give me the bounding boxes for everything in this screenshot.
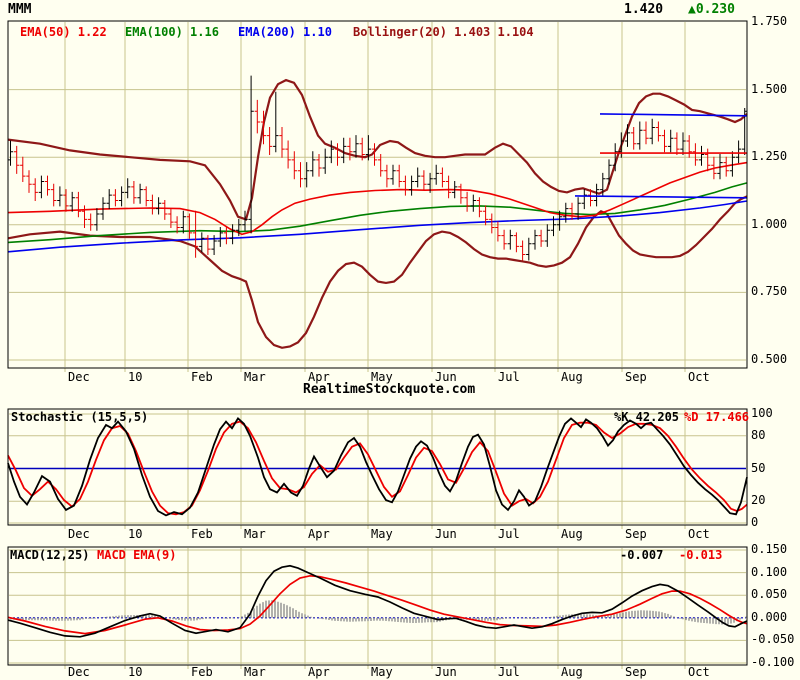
x-axis-label-sep-row3: Sep: [625, 665, 647, 679]
macd-ytick-0.100: 0.100: [751, 565, 788, 579]
price-ytick-1.500: 1.500: [751, 82, 788, 96]
trendline-2: [574, 195, 748, 199]
macd-ytick-0.050: 0.050: [751, 587, 788, 601]
x-axis-label-mar-row1: Mar: [244, 370, 266, 384]
x-axis-label-10-row1: 10: [128, 370, 143, 384]
x-axis-label-apr-row3: Apr: [308, 665, 330, 679]
symbol-title: MMM: [8, 2, 32, 17]
candles-up: [7, 75, 748, 261]
last-price: 1.420: [624, 2, 664, 17]
stochastic-k-value: %K 42.205: [614, 410, 680, 424]
x-axis-label-jun-row2: Jun: [435, 527, 457, 541]
x-axis-label-aug-row3: Aug: [561, 665, 583, 679]
x-axis-label-feb-row3: Feb: [191, 665, 213, 679]
price-ytick-1.750: 1.750: [751, 14, 788, 28]
x-axis-label-apr-row1: Apr: [308, 370, 330, 384]
macd-ytick--0.050: -0.050: [751, 632, 795, 646]
macd-ytick--0.100: -0.100: [751, 655, 795, 669]
price-ytick-0.750: 0.750: [751, 284, 788, 298]
x-axis-label-oct-row3: Oct: [688, 665, 710, 679]
ema50-line: [7, 161, 748, 236]
x-axis-label-jun-row3: Jun: [435, 665, 457, 679]
x-axis-label-feb-row2: Feb: [191, 527, 213, 541]
price-ytick-1.000: 1.000: [751, 217, 788, 231]
x-axis-label-may-row3: May: [371, 665, 393, 679]
x-axis-label-oct-row2: Oct: [688, 527, 710, 541]
x-axis-label-10-row3: 10: [128, 665, 143, 679]
stochastic-ytick-50: 50: [751, 461, 766, 475]
x-axis-label-dec-row3: Dec: [68, 665, 90, 679]
stochastic-ytick-20: 20: [751, 493, 766, 507]
x-axis-label-aug-row2: Aug: [561, 527, 583, 541]
macd-signal-value: -0.013: [679, 548, 723, 562]
price-panel-border: [7, 20, 748, 369]
macd-histogram: [10, 600, 747, 625]
x-axis-label-may-row2: May: [371, 527, 393, 541]
price-change: ▲0.230: [688, 2, 735, 17]
x-axis-label-mar-row2: Mar: [244, 527, 266, 541]
x-axis-label-jul-row1: Jul: [498, 370, 520, 384]
legend-ema200: EMA(200) 1.10: [238, 25, 332, 39]
x-axis-label-sep-row2: Sep: [625, 527, 647, 541]
macd-signal-line: [7, 574, 748, 635]
macd-title: MACD(12,25): [10, 548, 90, 562]
x-axis-label-jun-row1: Jun: [435, 370, 457, 384]
stochastic-ytick-80: 80: [751, 428, 766, 442]
x-axis-label-apr-row2: Apr: [308, 527, 330, 541]
price-ytick-0.500: 0.500: [751, 352, 788, 366]
legend-ema100: EMA(100) 1.16: [125, 25, 219, 39]
macd-ytick-0.150: 0.150: [751, 542, 788, 556]
macd-ytick-0.000: 0.000: [751, 610, 788, 624]
chart-canvas: [7, 20, 748, 669]
legend-bollinger: Bollinger(20) 1.403 1.104: [353, 25, 534, 39]
stochastic-ytick-100: 100: [751, 406, 773, 420]
x-axis-label-jul-row3: Jul: [498, 665, 520, 679]
x-axis-label-oct-row1: Oct: [688, 370, 710, 384]
x-axis-label-dec-row2: Dec: [68, 527, 90, 541]
stock-chart-page: { "header": {"symbol": "MMM", "last": "1…: [0, 0, 800, 680]
watermark: RealtimeStockquote.com: [303, 382, 476, 397]
x-axis-label-dec-row1: Dec: [68, 370, 90, 384]
stochastic-ytick-0: 0: [751, 515, 759, 529]
macd-signal-title: MACD EMA(9): [97, 548, 177, 562]
gridlines: [9, 22, 746, 669]
bollinger-lower-band: [7, 195, 748, 349]
ema100-line: [7, 182, 748, 244]
x-axis-label-mar-row3: Mar: [244, 665, 266, 679]
x-axis-label-feb-row1: Feb: [191, 370, 213, 384]
legend-ema50: EMA(50) 1.22: [20, 25, 107, 39]
x-axis-label-aug-row1: Aug: [561, 370, 583, 384]
macd-value: -0.007: [620, 548, 664, 562]
price-ytick-1.250: 1.250: [751, 149, 788, 163]
stochastic-title: Stochastic (15,5,5): [11, 410, 149, 424]
stochastic-d-value: %D 17.466: [684, 410, 750, 424]
x-axis-label-sep-row1: Sep: [625, 370, 647, 384]
x-axis-label-jul-row2: Jul: [498, 527, 520, 541]
x-axis-label-10-row2: 10: [128, 527, 143, 541]
x-axis-label-may-row1: May: [371, 370, 393, 384]
